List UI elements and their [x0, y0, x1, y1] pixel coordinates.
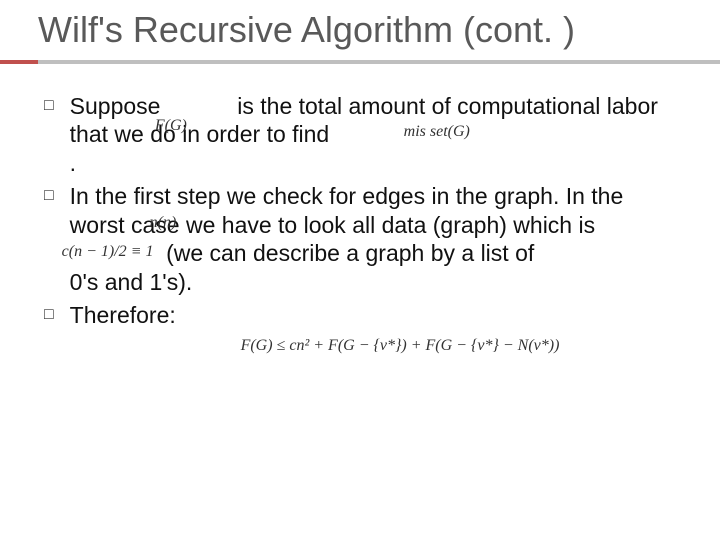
final-formula: F(G) ≤ cn² + F(G − {v*}) + F(G − {v*} − …	[124, 336, 676, 356]
bullet-1-part-c: .	[70, 150, 76, 176]
formula-fg: F(G)	[155, 116, 187, 136]
slide-content: □ Suppose F(G) is the total amount of co…	[0, 64, 720, 356]
slide: Wilf's Recursive Algorithm (cont. ) □ Su…	[0, 0, 720, 540]
formula-n2: n(n)	[150, 213, 177, 233]
bullet-3: □ Therefore:	[44, 301, 676, 330]
bullet-marker-icon: □	[44, 301, 54, 329]
slide-title: Wilf's Recursive Algorithm (cont. )	[0, 0, 720, 50]
bullet-2-part-b: (we can describe a graph by a list of	[166, 240, 534, 266]
title-accent	[0, 60, 38, 64]
formula-cn2: c(n − 1)/2 ≡ 1	[62, 242, 154, 262]
bullet-1-text: Suppose F(G) is the total amount of comp…	[70, 92, 676, 178]
formula-mis: mis set(G)	[404, 122, 470, 142]
bullet-3-text: Therefore:	[70, 301, 676, 330]
bullet-2-part-c: 0's and 1's).	[70, 269, 193, 295]
title-underline	[0, 60, 720, 64]
bullet-marker-icon: □	[44, 92, 54, 120]
bullet-1-part-a: Suppose	[70, 93, 161, 119]
bullet-2-text: In the first step we check for edges in …	[70, 182, 676, 297]
bullet-3-part-a: Therefore:	[70, 302, 176, 328]
bullet-1: □ Suppose F(G) is the total amount of co…	[44, 92, 676, 178]
bullet-marker-icon: □	[44, 182, 54, 210]
bullet-2: □ In the first step we check for edges i…	[44, 182, 676, 297]
